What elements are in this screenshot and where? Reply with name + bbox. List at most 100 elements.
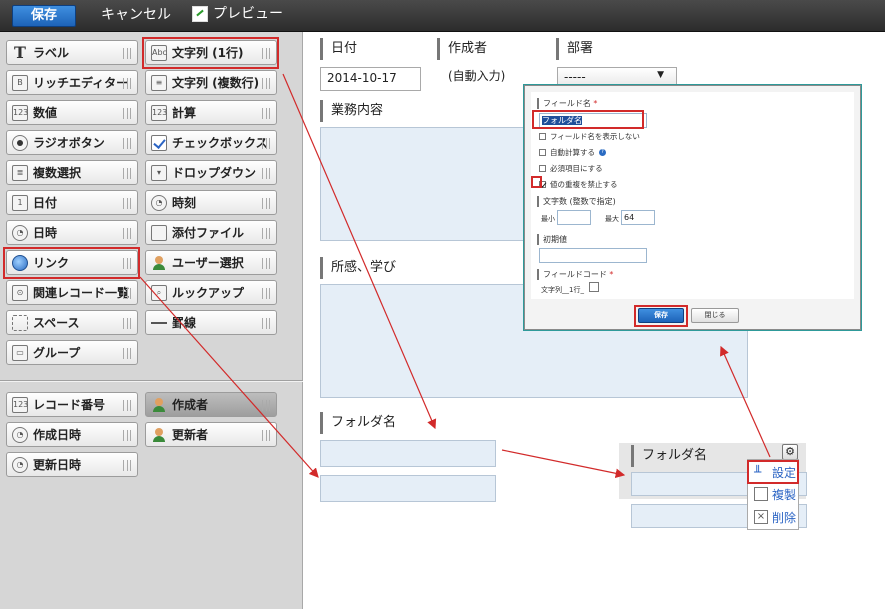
- palette-rich-editor[interactable]: B リッチエディター: [6, 70, 138, 95]
- palette-radio[interactable]: ラジオボタン: [6, 130, 138, 155]
- palette-space[interactable]: スペース: [6, 310, 138, 335]
- checkbox-icon: [151, 134, 167, 151]
- palette-group[interactable]: ▭ グループ: [6, 340, 138, 365]
- new-field-drop-slot[interactable]: [320, 475, 496, 502]
- palette-datetime[interactable]: ◔ 日時: [6, 220, 138, 245]
- field-name-input[interactable]: フォルダ名: [539, 113, 647, 128]
- min-input[interactable]: [557, 210, 591, 225]
- dialog-body: フィールド名 * フォルダ名 フィールド名を表示しない 自動計算する ? 必須項…: [531, 92, 854, 299]
- palette-checkbox[interactable]: チェックボックス: [145, 130, 277, 155]
- chevron-down-icon: ▼: [657, 70, 664, 80]
- palette-multi-select[interactable]: ≣ 複数選択: [6, 160, 138, 185]
- palette-user-select[interactable]: ユーザー選択: [145, 250, 277, 275]
- option-required[interactable]: 必須項目にする: [539, 163, 603, 173]
- palette-divider: [0, 380, 303, 382]
- palette-calc[interactable]: 123 計算: [145, 100, 277, 125]
- palette-link[interactable]: リンク: [6, 250, 138, 275]
- globe-icon: [12, 254, 28, 271]
- date-field-label: 日付: [320, 38, 357, 60]
- menu-item-delete[interactable]: × 削除: [750, 506, 798, 528]
- line-icon: [151, 315, 167, 331]
- save-button[interactable]: 保存: [12, 5, 76, 27]
- field-code-value: 文字列__1行_: [541, 286, 584, 294]
- preview-icon: [192, 6, 208, 22]
- impressions-field-label: 所感、学び: [320, 257, 396, 279]
- palette-number[interactable]: 123 数値: [6, 100, 138, 125]
- menu-item-duplicate[interactable]: 複製: [750, 483, 798, 505]
- folder-field-label: フォルダ名: [320, 412, 396, 434]
- folder-field-label-copy: フォルダ名: [631, 445, 707, 467]
- group-icon: ▭: [12, 344, 28, 361]
- palette-creator[interactable]: 作成者: [145, 392, 277, 417]
- default-value-input[interactable]: [539, 248, 647, 263]
- attachment-icon: [151, 224, 167, 241]
- max-input[interactable]: 64: [621, 210, 655, 225]
- palette-related-records[interactable]: ⊙ 関連レコード一覧: [6, 280, 138, 305]
- preview-button[interactable]: プレビュー: [192, 5, 283, 23]
- preview-label: プレビュー: [213, 6, 283, 22]
- number-icon: 123: [12, 104, 28, 121]
- palette-record-number[interactable]: 123 レコード番号: [6, 392, 138, 417]
- radio-icon: [12, 134, 28, 151]
- option-auto-calc[interactable]: 自動計算する ?: [539, 147, 606, 157]
- clock-icon: ◔: [12, 224, 28, 241]
- lookup-icon: ⌕: [151, 284, 167, 301]
- default-value-label: 初期値: [537, 234, 567, 245]
- clock-icon: ◔: [151, 194, 167, 211]
- palette-lookup[interactable]: ⌕ ルックアップ: [145, 280, 277, 305]
- user-icon: [151, 397, 167, 413]
- label-icon: T: [14, 42, 26, 62]
- space-icon: [12, 314, 28, 331]
- palette-dropdown[interactable]: ▾ ドロップダウン: [145, 160, 277, 185]
- task-field-label: 業務内容: [320, 100, 383, 122]
- palette-time[interactable]: ◔ 時刻: [145, 190, 277, 215]
- palette-single-line-text[interactable]: Abc 文字列 (1行): [145, 40, 277, 65]
- multi-select-icon: ≣: [12, 164, 28, 181]
- help-icon[interactable]: ?: [599, 148, 606, 156]
- menu-item-settings[interactable]: ╨ 設定: [750, 461, 798, 483]
- wrench-icon: ╨: [754, 465, 762, 479]
- dialog-save-button[interactable]: 保存: [638, 308, 684, 323]
- option-unique[interactable]: 値の重複を禁止する: [539, 179, 618, 189]
- calc-icon: 123: [151, 104, 167, 121]
- creator-value: (自動入力): [448, 69, 506, 83]
- field-settings-dialog: フィールド名 * フォルダ名 フィールド名を表示しない 自動計算する ? 必須項…: [524, 85, 861, 330]
- clock-icon: ◔: [12, 426, 28, 443]
- clock-icon: ◔: [12, 456, 28, 473]
- arrow-field-to-hover: [501, 449, 626, 479]
- date-input[interactable]: 2014-10-17: [320, 67, 421, 91]
- palette-multi-line-text[interactable]: ≡ 文字列 (複数行): [145, 70, 277, 95]
- multi-line-text-icon: ≡: [151, 74, 167, 91]
- task-textarea[interactable]: [320, 127, 525, 241]
- palette-modifier[interactable]: 更新者: [145, 422, 277, 447]
- duplicate-icon: [754, 487, 768, 501]
- rich-editor-icon: B: [12, 74, 28, 91]
- field-code-label: フィールドコード *: [537, 269, 613, 280]
- related-records-icon: ⊙: [12, 284, 28, 301]
- palette-created-datetime[interactable]: ◔ 作成日時: [6, 422, 138, 447]
- palette-date[interactable]: 1 日付: [6, 190, 138, 215]
- palette-line[interactable]: 罫線: [145, 310, 277, 335]
- palette-attachment[interactable]: 添付ファイル: [145, 220, 277, 245]
- field-name-label: フィールド名 *: [537, 98, 597, 109]
- dialog-close-button[interactable]: 閉じる: [691, 308, 739, 323]
- user-icon: [151, 427, 167, 443]
- max-label: 最大: [605, 215, 619, 223]
- dept-field-label: 部署: [556, 38, 593, 60]
- cancel-button[interactable]: キャンセル: [101, 6, 171, 24]
- edit-icon[interactable]: [589, 282, 599, 292]
- dept-dropdown[interactable]: ----- ▼: [557, 67, 677, 87]
- length-label: 文字数 (整数で指定): [537, 196, 616, 207]
- palette-updated-datetime[interactable]: ◔ 更新日時: [6, 452, 138, 477]
- folder-field-input[interactable]: [320, 440, 496, 467]
- palette-label[interactable]: T ラベル: [6, 40, 138, 65]
- field-palette: T ラベル Abc 文字列 (1行) B リッチエディター ≡ 文字列 (複数行…: [0, 32, 303, 609]
- top-toolbar: 保存 キャンセル プレビュー: [0, 0, 885, 32]
- option-hide-name[interactable]: フィールド名を表示しない: [539, 131, 640, 141]
- calendar-icon: 1: [12, 194, 28, 211]
- record-number-icon: 123: [12, 396, 28, 413]
- creator-field-label: 作成者: [437, 38, 487, 60]
- delete-icon: ×: [754, 510, 768, 524]
- single-line-text-icon: Abc: [151, 44, 167, 61]
- gear-icon[interactable]: ⚙: [782, 444, 798, 460]
